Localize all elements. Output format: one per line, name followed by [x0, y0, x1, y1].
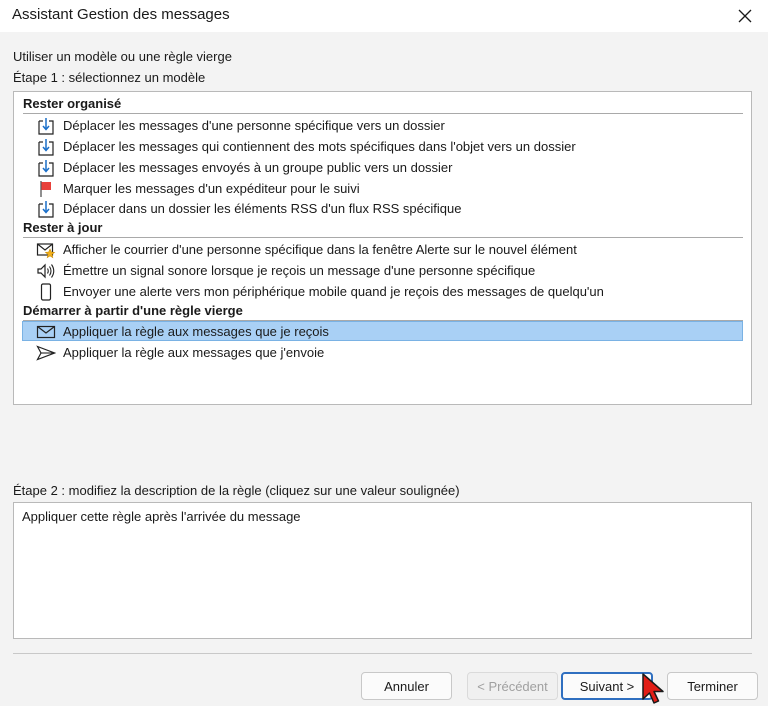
template-item[interactable]: Envoyer une alerte vers mon périphérique… — [22, 281, 743, 301]
close-button[interactable] — [722, 0, 768, 32]
template-item[interactable]: Émettre un signal sonore lorsque je reço… — [22, 260, 743, 280]
mouse-pointer-icon — [642, 673, 664, 704]
step2-label: Étape 2 : modifiez la description de la … — [13, 483, 460, 498]
template-item-label: Déplacer les messages envoyés à un group… — [63, 160, 453, 175]
step1-label: Étape 1 : sélectionnez un modèle — [13, 70, 206, 85]
rule-description-text: Appliquer cette règle après l'arrivée du… — [22, 509, 301, 524]
send-icon — [36, 344, 56, 362]
template-item-label: Afficher le courrier d'une personne spéc… — [63, 242, 577, 257]
window-title: Assistant Gestion des messages — [12, 6, 230, 23]
template-item[interactable]: Afficher le courrier d'une personne spéc… — [22, 239, 743, 259]
group-heading-organise: Rester organisé — [23, 95, 743, 114]
template-item-label: Envoyer une alerte vers mon périphérique… — [63, 284, 604, 299]
template-item-selected[interactable]: Appliquer la règle aux messages que je r… — [22, 321, 743, 341]
mail-alert-icon — [36, 241, 56, 259]
move-to-folder-icon — [36, 138, 56, 156]
template-item-label: Marquer les messages d'un expéditeur pou… — [63, 181, 360, 196]
template-item-label: Émettre un signal sonore lorsque je reço… — [63, 263, 536, 278]
template-item-label: Appliquer la règle aux messages que je r… — [63, 324, 329, 339]
close-icon — [738, 9, 752, 23]
cancel-button[interactable]: Annuler — [361, 672, 452, 700]
flag-icon — [36, 180, 56, 198]
move-to-folder-icon — [36, 117, 56, 135]
template-item-label: Déplacer dans un dossier les éléments RS… — [63, 201, 462, 216]
template-item-label: Déplacer les messages qui contiennent de… — [63, 139, 576, 154]
template-item-label: Déplacer les messages d'une personne spé… — [63, 118, 445, 133]
separator — [13, 653, 752, 654]
template-item[interactable]: Déplacer les messages d'une personne spé… — [22, 115, 743, 135]
previous-button[interactable]: < Précédent — [467, 672, 558, 700]
template-item-label: Appliquer la règle aux messages que j'en… — [63, 345, 325, 360]
move-to-folder-icon — [36, 159, 56, 177]
template-choice-label: Utiliser un modèle ou une règle vierge — [13, 49, 232, 64]
rule-description-box[interactable]: Appliquer cette règle après l'arrivée du… — [13, 502, 752, 639]
move-to-folder-icon — [36, 200, 56, 218]
template-item[interactable]: Déplacer dans un dossier les éléments RS… — [22, 198, 743, 218]
template-item[interactable]: Appliquer la règle aux messages que j'en… — [22, 342, 743, 362]
mobile-device-icon — [36, 283, 56, 301]
template-item[interactable]: Marquer les messages d'un expéditeur pou… — [22, 178, 743, 198]
group-heading-regle-vierge: Démarrer à partir d'une règle vierge — [23, 302, 743, 321]
template-item[interactable]: Déplacer les messages qui contiennent de… — [22, 136, 743, 156]
envelope-icon — [36, 323, 56, 341]
speaker-icon — [36, 262, 56, 280]
group-heading-a-jour: Rester à jour — [23, 219, 743, 238]
title-bar: Assistant Gestion des messages — [0, 0, 768, 32]
template-list[interactable]: Rester organisé Déplacer les messages d'… — [13, 91, 752, 405]
template-item[interactable]: Déplacer les messages envoyés à un group… — [22, 157, 743, 177]
finish-button[interactable]: Terminer — [667, 672, 758, 700]
